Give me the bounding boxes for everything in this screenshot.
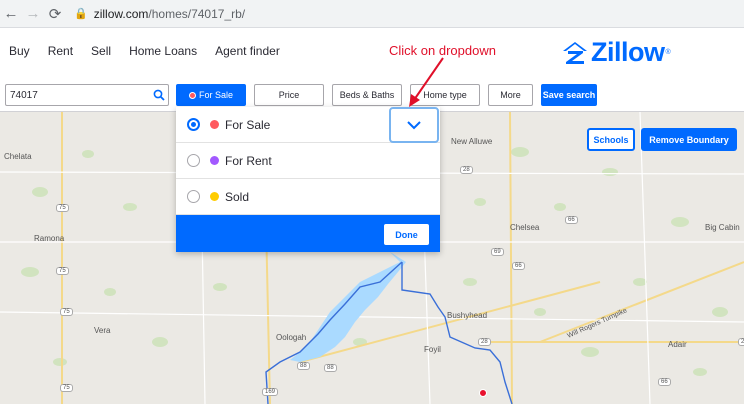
- radio-for-sale[interactable]: [187, 118, 200, 131]
- price-filter-button[interactable]: Price: [254, 84, 324, 106]
- address-bar[interactable]: zillow.com/homes/74017_rb/: [94, 7, 245, 21]
- nav-link-buy[interactable]: Buy: [9, 44, 30, 58]
- search-icon[interactable]: [150, 89, 168, 101]
- done-button[interactable]: Done: [384, 224, 429, 245]
- route-shield: 75: [60, 308, 73, 316]
- route-shield: 69: [491, 248, 504, 256]
- more-filter-button[interactable]: More: [488, 84, 533, 106]
- map-label: Big Cabin: [705, 223, 740, 232]
- map-label: Vera: [94, 326, 111, 335]
- radio-for-rent[interactable]: [187, 154, 200, 167]
- logo-registered: ®: [665, 49, 671, 56]
- route-shield: 88: [297, 362, 310, 370]
- schools-button[interactable]: Schools: [587, 128, 635, 151]
- annotation-arrow-icon: [409, 57, 444, 107]
- nav-link-agent-finder[interactable]: Agent finder: [215, 44, 280, 58]
- route-shield: 75: [60, 384, 73, 392]
- map-label: Oologah: [276, 333, 307, 342]
- back-icon[interactable]: ←: [0, 3, 22, 25]
- nav-link-sell[interactable]: Sell: [91, 44, 111, 58]
- zillow-logo[interactable]: Zillow ®: [562, 37, 671, 68]
- map-label: Chelata: [4, 152, 32, 161]
- for-sale-dot-icon: [210, 120, 219, 129]
- route-shield: 28: [738, 338, 744, 346]
- route-shield: 88: [324, 364, 337, 372]
- forward-icon[interactable]: →: [22, 3, 44, 25]
- dropdown-toggle[interactable]: [389, 107, 439, 143]
- for-sale-filter-label: For Sale: [198, 90, 233, 100]
- dropdown-footer: Done: [176, 215, 440, 252]
- for-sale-filter-button[interactable]: For Sale: [176, 84, 246, 106]
- map-label: Chelsea: [510, 223, 540, 232]
- lock-icon: 🔒: [74, 8, 88, 20]
- search-value: 74017: [10, 89, 38, 101]
- reload-icon[interactable]: ⟳: [44, 3, 66, 25]
- route-shield: 75: [56, 204, 69, 212]
- map-label: Bushyhead: [447, 311, 488, 320]
- route-shield: 66: [658, 378, 671, 386]
- map-label: New Alluwe: [451, 137, 493, 146]
- remove-boundary-button[interactable]: Remove Boundary: [641, 128, 737, 151]
- option-label: For Sale: [225, 117, 271, 132]
- beds-baths-filter-button[interactable]: Beds & Baths: [332, 84, 402, 106]
- chevron-down-icon: [407, 121, 421, 130]
- logo-text: Zillow: [591, 37, 665, 67]
- top-nav: Buy Rent Sell Home Loans Agent finder Zi…: [0, 28, 744, 74]
- route-shield: 66: [565, 216, 578, 224]
- route-shield: 28: [460, 166, 473, 174]
- browser-bar: ← → ⟳ 🔒 zillow.com/homes/74017_rb/: [0, 0, 744, 28]
- route-shield: 169: [262, 388, 279, 396]
- option-label: For Rent: [225, 153, 272, 168]
- zillow-logo-icon: [563, 41, 587, 64]
- option-label: Sold: [225, 189, 250, 204]
- nav-link-home-loans[interactable]: Home Loans: [129, 44, 197, 58]
- for-sale-dot-icon: [188, 91, 196, 99]
- nav-links: Buy Rent Sell Home Loans Agent finder: [9, 44, 280, 58]
- dropdown-option-sold[interactable]: Sold: [176, 179, 440, 215]
- map-label: Ramona: [34, 234, 65, 243]
- map-label: Foyil: [424, 345, 441, 354]
- search-input[interactable]: 74017: [5, 84, 169, 106]
- dropdown-option-for-rent[interactable]: For Rent: [176, 143, 440, 179]
- nav-link-rent[interactable]: Rent: [48, 44, 73, 58]
- sold-dot-icon: [210, 192, 219, 201]
- route-shield: 28: [478, 338, 491, 346]
- listing-marker[interactable]: [479, 389, 487, 397]
- route-shield: 75: [56, 267, 69, 275]
- route-shield: 66: [512, 262, 525, 270]
- for-rent-dot-icon: [210, 156, 219, 165]
- map-label: Adair: [668, 340, 687, 349]
- save-search-button[interactable]: Save search: [541, 84, 597, 106]
- radio-sold[interactable]: [187, 190, 200, 203]
